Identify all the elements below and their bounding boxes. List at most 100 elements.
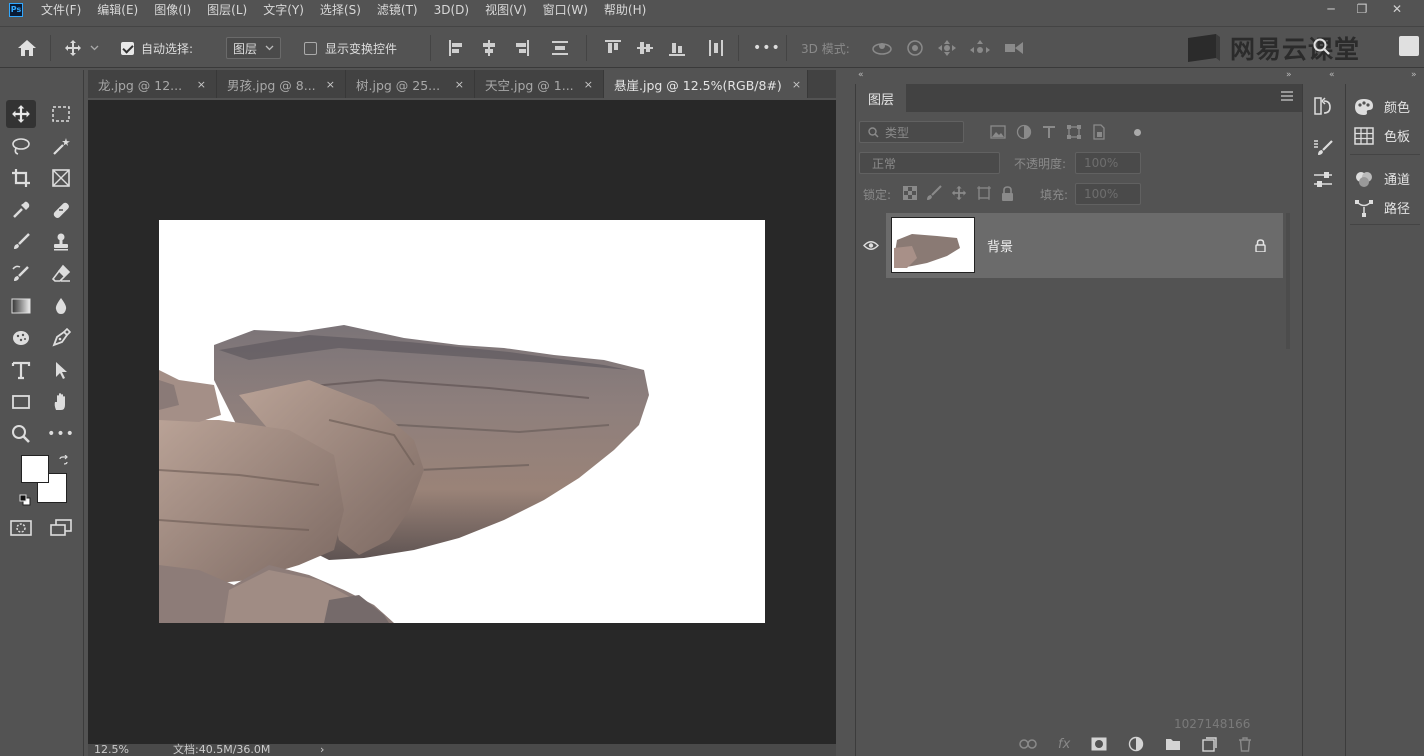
tool-preset-picker[interactable] [64,27,99,69]
eraser-tool[interactable] [46,260,76,288]
sponge-tool[interactable] [6,324,36,352]
filter-toggle-icon[interactable] [1134,128,1141,136]
tab-sky[interactable]: 天空.jpg @ 1... × [475,70,604,98]
hand-tool[interactable] [46,388,76,416]
fill-input[interactable]: 100% [1075,183,1141,205]
history-brush-tool[interactable] [6,260,36,288]
auto-select-target-dropdown[interactable]: 图层 [226,37,282,59]
menu-edit[interactable]: 编辑(E) [89,0,146,20]
tab-long[interactable]: 龙.jpg @ 12... × [88,70,217,98]
close-icon[interactable]: × [326,78,335,91]
rectangle-tool[interactable] [6,388,36,416]
lasso-tool[interactable] [6,132,36,160]
lock-transparent-icon[interactable] [903,186,917,200]
new-layer-icon[interactable] [1202,736,1217,752]
document-canvas[interactable] [159,220,765,623]
filter-adjustment-icon[interactable] [1016,124,1032,140]
screen-mode-button[interactable] [46,514,76,542]
filter-pixel-icon[interactable] [990,125,1006,139]
quick-mask-button[interactable] [6,514,36,542]
align-left-icon[interactable] [448,39,466,57]
workspace-icon[interactable] [1399,36,1419,56]
properties-panel-icon[interactable] [1313,170,1333,190]
align-center-h-icon[interactable] [480,39,498,57]
filter-type-icon[interactable] [1042,125,1056,139]
channels-panel-button[interactable]: 通道 [1354,169,1410,188]
menu-view[interactable]: 视图(V) [477,0,535,20]
close-icon[interactable]: × [584,78,593,91]
menu-type[interactable]: 文字(Y) [255,0,312,20]
menu-filter[interactable]: 滤镜(T) [369,0,426,20]
new-group-icon[interactable] [1165,738,1181,751]
close-icon[interactable]: × [455,78,464,91]
magic-wand-tool[interactable] [46,132,76,160]
stamp-tool[interactable] [46,228,76,256]
menu-3d[interactable]: 3D(D) [426,0,477,20]
3d-slide-icon[interactable] [969,39,991,57]
brush-tool[interactable] [6,228,36,256]
eyedropper-tool[interactable] [6,196,36,224]
tab-cliff[interactable]: 悬崖.jpg @ 12.5%(RGB/8#) × [604,70,808,98]
link-layers-icon[interactable] [1019,739,1037,749]
auto-select-checkbox[interactable] [121,41,134,55]
align-middle-v-icon[interactable] [636,39,654,57]
color-panel-button[interactable]: 颜色 [1354,97,1410,116]
history-panel-icon[interactable] [1313,96,1333,116]
delete-layer-icon[interactable] [1238,736,1252,752]
expand-layers-icon[interactable]: » [1286,70,1292,80]
more-tools-button[interactable]: ••• [46,420,76,448]
blend-mode-dropdown[interactable]: 正常 [859,152,1000,174]
search-icon[interactable] [1313,38,1331,56]
blur-tool[interactable] [46,292,76,320]
distribute-vertical-icon[interactable] [551,39,569,57]
filter-shape-icon[interactable] [1066,124,1082,140]
menu-file[interactable]: 文件(F) [33,0,89,20]
align-right-icon[interactable] [512,39,530,57]
opacity-input[interactable]: 100% [1075,152,1141,174]
pen-tool[interactable] [46,324,76,352]
home-icon[interactable] [17,27,37,69]
healing-tool[interactable] [46,196,76,224]
gradient-tool[interactable] [6,292,36,320]
zoom-tool[interactable] [6,420,36,448]
tab-layers[interactable]: 图层 [856,84,906,112]
close-button[interactable]: ✕ [1382,0,1412,18]
collapse-layers-icon[interactable]: « [858,70,864,80]
lock-pixels-icon[interactable] [926,185,942,201]
menu-layer[interactable]: 图层(L) [199,0,255,20]
align-bottom-icon[interactable] [668,39,686,57]
add-mask-icon[interactable] [1091,737,1107,751]
move-tool[interactable] [6,100,36,128]
menu-select[interactable]: 选择(S) [312,0,369,20]
menu-help[interactable]: 帮助(H) [596,0,654,20]
path-select-tool[interactable] [46,356,76,384]
zoom-level[interactable]: 12.5% [94,744,129,756]
distribute-horizontal-icon[interactable] [707,39,725,57]
3d-orbit-icon[interactable] [871,39,893,57]
swap-colors-icon[interactable] [58,455,69,466]
fx-icon[interactable]: fx [1058,737,1070,752]
3d-pan-icon[interactable] [937,39,957,57]
expand-dock-icon[interactable]: » [1411,70,1417,80]
menu-window[interactable]: 窗口(W) [535,0,596,20]
align-top-icon[interactable] [604,39,622,57]
foreground-color-swatch[interactable] [21,455,49,483]
tab-boy[interactable]: 男孩.jpg @ 8... × [217,70,346,98]
status-menu-arrow[interactable]: › [320,744,324,756]
minimize-button[interactable]: ─ [1316,0,1346,18]
brush-settings-icon[interactable] [1313,138,1333,158]
layer-name[interactable]: 背景 [987,236,1013,255]
layer-row-background[interactable]: 背景 [886,213,1283,278]
close-icon[interactable]: × [197,78,206,91]
frame-tool[interactable] [46,164,76,192]
crop-tool[interactable] [6,164,36,192]
lock-artboard-icon[interactable] [976,185,992,201]
lock-position-icon[interactable] [951,185,967,201]
close-icon[interactable]: × [792,78,801,91]
restore-button[interactable]: ❐ [1347,0,1377,18]
collapse-dock-icon[interactable]: « [1329,70,1335,80]
menu-image[interactable]: 图像(I) [146,0,199,20]
tab-tree[interactable]: 树.jpg @ 25... × [346,70,475,98]
layers-scrollbar[interactable] [1286,213,1290,349]
swatches-panel-button[interactable]: 色板 [1354,126,1410,145]
